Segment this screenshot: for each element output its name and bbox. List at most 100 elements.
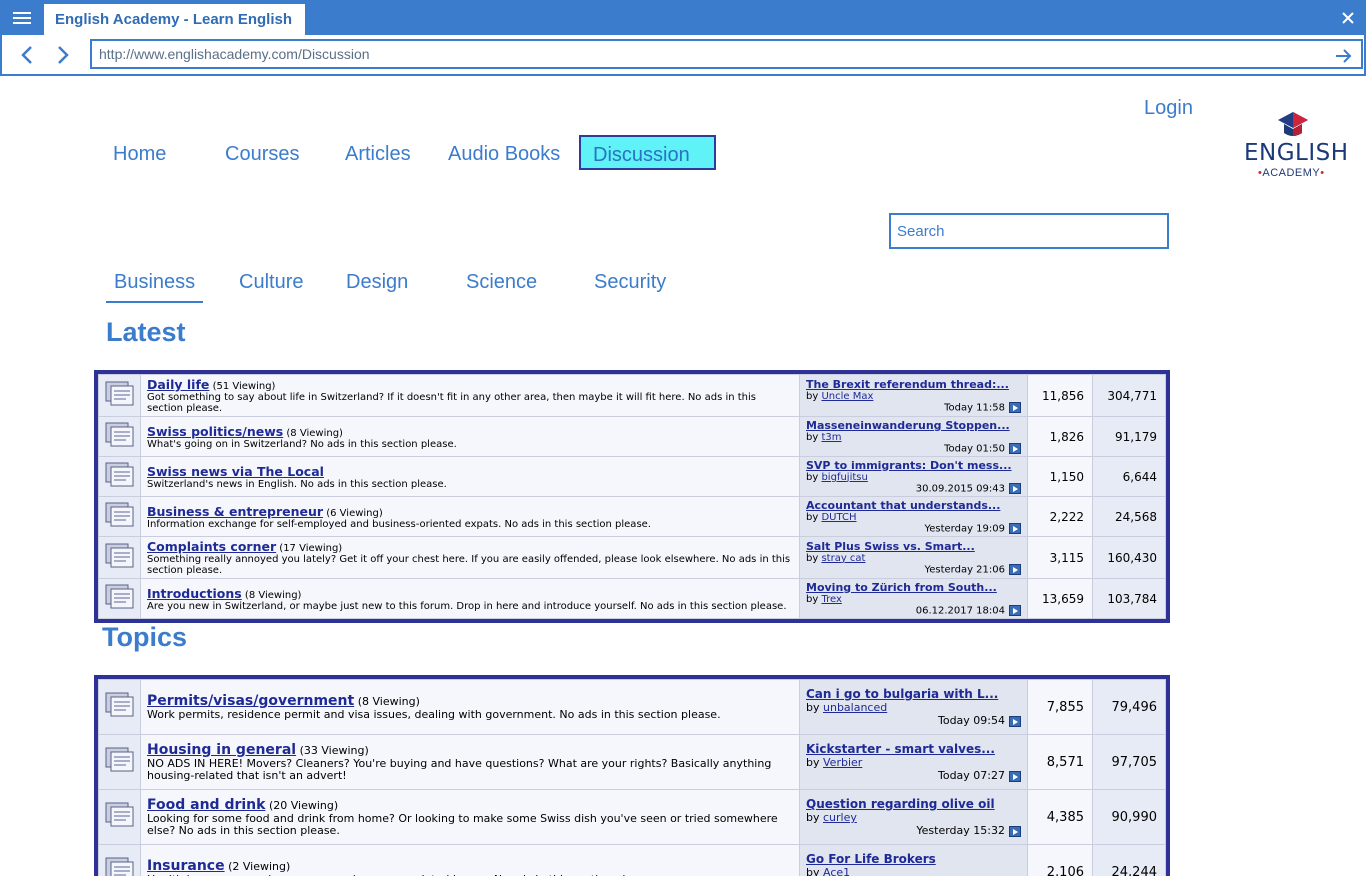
last-post-link[interactable]: SVP to immigrants: Don't mess... — [806, 459, 1021, 472]
last-post-link[interactable]: Question regarding olive oil — [806, 797, 1021, 811]
forum-icon — [98, 679, 141, 735]
last-post-link[interactable]: Masseneinwanderung Stoppen... — [806, 419, 1021, 432]
last-post-link[interactable]: The Brexit referendum thread:... — [806, 378, 1021, 391]
forum-title-link[interactable]: Swiss news via The Local — [147, 464, 324, 479]
search-input[interactable] — [889, 213, 1169, 249]
thread-count: 11,856 — [1027, 374, 1093, 417]
last-post-author: by stray cat — [806, 553, 1021, 564]
goto-post-icon[interactable] — [1009, 442, 1021, 454]
post-count: 160,430 — [1092, 536, 1166, 579]
last-post-cell: Can i go to bulgaria with L... by unbalan… — [799, 679, 1028, 735]
back-arrow-icon[interactable] — [15, 43, 39, 67]
goto-post-icon[interactable] — [1009, 770, 1021, 782]
logo-word: ENGLISH — [1244, 140, 1349, 166]
tab-science[interactable]: Science — [466, 271, 537, 294]
tab-security[interactable]: Security — [594, 271, 666, 294]
by-label: by — [806, 511, 819, 523]
nav-audio-books[interactable]: Audio Books — [448, 143, 560, 166]
last-post-date: 06.12.2017 18:04 — [806, 604, 1021, 617]
topics-forum-table: Permits/visas/government (8 Viewing) Work… — [94, 675, 1170, 876]
login-link[interactable]: Login — [1144, 97, 1193, 120]
forum-description: Got something to say about life in Switz… — [147, 392, 757, 414]
forum-description: Are you new in Switzerland, or maybe jus… — [147, 600, 787, 612]
last-post-date: Today 01:50 — [806, 442, 1021, 454]
forum-icon — [98, 374, 141, 417]
tab-culture[interactable]: Culture — [239, 271, 303, 294]
user-link[interactable]: Uncle Max — [821, 391, 873, 402]
last-post-date: Today 11:58 — [806, 401, 1021, 413]
forum-title-link[interactable]: Permits/visas/government — [147, 693, 354, 709]
date-text: 06.12.2017 18:04 — [915, 605, 1005, 617]
user-link[interactable]: DUTCH — [821, 512, 856, 523]
forum-title-link[interactable]: Swiss politics/news — [147, 424, 283, 439]
goto-post-icon[interactable] — [1009, 715, 1021, 727]
forum-title-link[interactable]: Introductions — [147, 586, 242, 601]
forum-row: Permits/visas/government (8 Viewing) Work… — [98, 679, 1166, 735]
last-post-author: by unbalanced — [806, 701, 1021, 714]
url-input[interactable]: http://www.englishacademy.com/Discussion — [90, 39, 1363, 69]
date-text: Yesterday 19:09 — [924, 523, 1005, 535]
forum-title-link[interactable]: Complaints corner — [147, 539, 276, 554]
goto-post-icon[interactable] — [1009, 604, 1021, 616]
user-link[interactable]: curley — [823, 811, 857, 824]
post-count: 103,784 — [1092, 578, 1166, 619]
last-post-date: Today 07:27 — [806, 769, 1021, 782]
last-post-link[interactable]: Go For Life Brokers — [806, 852, 1021, 866]
by-label: by — [806, 811, 820, 824]
last-post-link[interactable]: Accountant that understands... — [806, 499, 1021, 512]
user-link[interactable]: Trex — [821, 594, 841, 605]
tab-design[interactable]: Design — [346, 271, 408, 294]
user-link[interactable]: Ace1 — [823, 866, 850, 876]
last-post-cell: The Brexit referendum thread:... by Uncle… — [799, 374, 1028, 417]
thread-count: 13,659 — [1027, 578, 1093, 619]
close-icon[interactable] — [1338, 8, 1358, 28]
tab-business[interactable]: Business — [106, 271, 204, 303]
forum-title-link[interactable]: Business & entrepreneur — [147, 504, 323, 519]
goto-post-icon[interactable] — [1009, 825, 1021, 837]
last-post-author: by t3m — [806, 432, 1021, 443]
forum-title-link[interactable]: Housing in general — [147, 742, 296, 758]
latest-forum-table: Daily life (51 Viewing) Got something to … — [94, 370, 1170, 623]
user-link[interactable]: unbalanced — [823, 701, 887, 714]
user-link[interactable]: bigfujitsu — [821, 472, 867, 483]
last-post-author: by DUTCH — [806, 512, 1021, 523]
forum-viewing-count: (8 Viewing) — [357, 694, 420, 708]
goto-post-icon[interactable] — [1009, 482, 1021, 494]
last-post-link[interactable]: Kickstarter - smart valves... — [806, 742, 1021, 756]
english-academy-logo[interactable]: ENGLISH •ACADEMY• — [1238, 110, 1348, 182]
user-link[interactable]: stray cat — [821, 553, 865, 564]
forum-title-link[interactable]: Insurance — [147, 858, 225, 874]
last-post-link[interactable]: Moving to Zürich from South... — [806, 581, 1021, 594]
by-label: by — [806, 701, 820, 714]
user-link[interactable]: Verbier — [823, 756, 862, 769]
last-post-link[interactable]: Salt Plus Swiss vs. Smart... — [806, 540, 1021, 553]
forum-row: Introductions (8 Viewing) Are you new in … — [98, 578, 1166, 619]
user-link[interactable]: t3m — [821, 432, 841, 443]
forward-arrow-icon[interactable] — [51, 43, 75, 67]
nav-courses[interactable]: Courses — [225, 143, 299, 166]
nav-discussion[interactable]: Discussion — [579, 135, 716, 170]
forum-row: Business & entrepreneur (6 Viewing) Infor… — [98, 496, 1166, 537]
goto-post-icon[interactable] — [1009, 522, 1021, 534]
nav-articles[interactable]: Articles — [345, 143, 411, 166]
forum-info: Housing in general (33 Viewing) NO ADS IN… — [140, 734, 800, 790]
last-post-date: Today 09:54 — [806, 714, 1021, 727]
go-arrow-icon[interactable] — [1333, 45, 1355, 67]
forum-info: Permits/visas/government (8 Viewing) Work… — [140, 679, 800, 735]
nav-home[interactable]: Home — [113, 143, 166, 166]
forum-info: Swiss news via The Local Switzerland's n… — [140, 456, 800, 497]
forum-viewing-count: (8 Viewing) — [286, 427, 343, 439]
forum-title-link[interactable]: Food and drink — [147, 797, 265, 813]
last-post-link[interactable]: Can i go to bulgaria with L... — [806, 687, 1021, 701]
browser-titlebar: English Academy - Learn English — [0, 0, 1366, 35]
forum-title-link[interactable]: Daily life — [147, 377, 209, 392]
last-post-cell: Question regarding olive oil by curley Yes… — [799, 789, 1028, 845]
last-post-cell: Accountant that understands... by DUTCH Ye… — [799, 496, 1028, 537]
menu-icon[interactable] — [0, 0, 44, 35]
thread-count: 7,855 — [1027, 679, 1093, 735]
forum-icon — [98, 734, 141, 790]
browser-tab[interactable]: English Academy - Learn English — [44, 4, 305, 35]
goto-post-icon[interactable] — [1009, 401, 1021, 413]
goto-post-icon[interactable] — [1009, 563, 1021, 575]
by-label: by — [806, 593, 819, 605]
